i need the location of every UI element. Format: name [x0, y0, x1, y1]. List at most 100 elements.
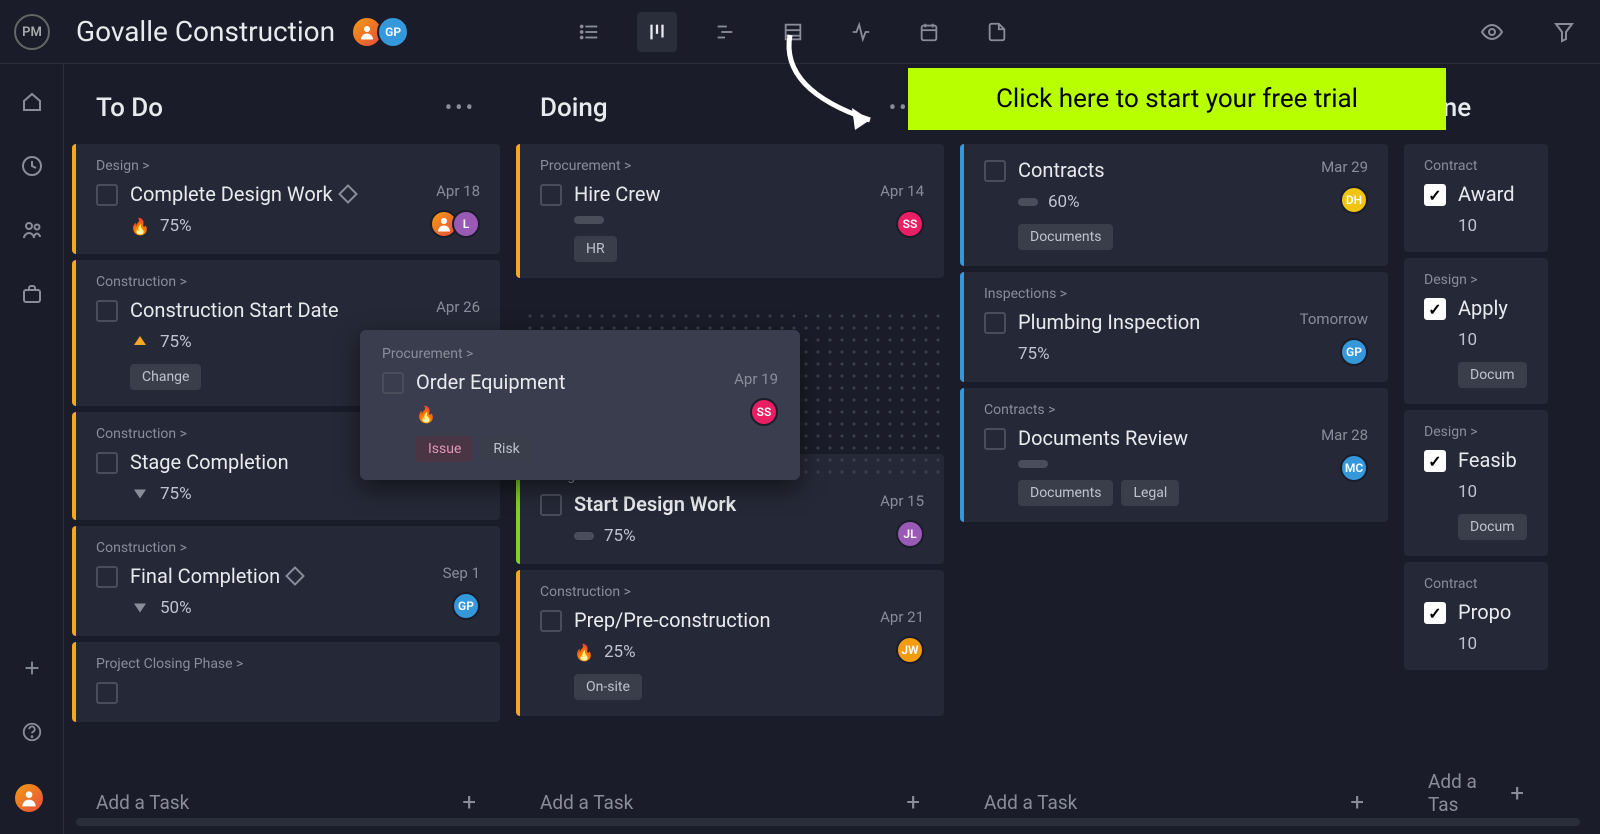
card-checkbox[interactable]	[96, 682, 118, 704]
task-card[interactable]: Contracts 60% Documents Mar 29DH	[960, 144, 1388, 266]
file-view-icon[interactable]	[977, 12, 1017, 52]
progress-bar	[574, 216, 604, 224]
card-breadcrumb: Construction >	[540, 584, 924, 600]
card-checkbox[interactable]	[96, 300, 118, 322]
card-date: Apr 15	[880, 492, 924, 510]
cards-area: Contract ✓ Award 10 Design > ✓ Apply 10 …	[1400, 144, 1552, 752]
avatar[interactable]: GP	[1340, 338, 1368, 366]
task-card[interactable]: Procurement > Hire Crew HR Apr 14SS	[516, 144, 944, 278]
card-percent: 10	[1458, 216, 1477, 236]
left-rail	[0, 64, 64, 834]
task-card[interactable]: Contract ✓ Award 10	[1404, 144, 1548, 252]
card-breadcrumb: Design >	[96, 158, 480, 174]
card-title: Contracts	[1018, 158, 1309, 182]
avatar[interactable]: JL	[896, 520, 924, 548]
card-percent: 25%	[604, 642, 636, 662]
card-checkbox[interactable]	[96, 566, 118, 588]
card-title: Start Design Work	[574, 492, 868, 516]
arrow-up-icon	[130, 332, 150, 352]
briefcase-icon[interactable]	[18, 280, 46, 308]
card-checkbox[interactable]	[96, 184, 118, 206]
card-percent: 10	[1458, 482, 1477, 502]
logo-pm[interactable]: PM	[14, 14, 50, 50]
card-breadcrumb: Procurement >	[540, 158, 924, 174]
project-title: Govalle Construction	[76, 15, 335, 48]
header-avatars[interactable]: GP	[351, 16, 409, 48]
card-title: Apply	[1458, 296, 1528, 320]
avatar[interactable]: MC	[1340, 454, 1368, 482]
card-checkbox[interactable]	[540, 610, 562, 632]
help-icon[interactable]	[18, 718, 46, 746]
flame-icon: 🔥	[130, 216, 150, 236]
add-task-label: Add a Task	[540, 791, 633, 814]
card-date: Apr 19	[734, 370, 778, 388]
plus-icon: +	[462, 788, 476, 816]
task-card[interactable]: Design > ✓ Feasib 10 Docum	[1404, 410, 1548, 556]
board-view-icon[interactable]	[637, 12, 677, 52]
add-task-label: Add a Task	[984, 791, 1077, 814]
task-card[interactable]: Design > Complete Design Work 🔥75% Apr 1…	[72, 144, 500, 254]
card-percent: 75%	[160, 484, 192, 504]
people-icon[interactable]	[18, 216, 46, 244]
card-checkbox[interactable]: ✓	[1424, 450, 1446, 472]
home-icon[interactable]	[18, 88, 46, 116]
card-title: Plumbing Inspection	[1018, 310, 1288, 334]
flame-icon: 🔥	[574, 642, 594, 662]
filter-icon[interactable]	[1544, 12, 1584, 52]
card-date: Mar 29	[1321, 158, 1368, 176]
card-checkbox[interactable]	[984, 312, 1006, 334]
card-checkbox[interactable]	[540, 494, 562, 516]
tag: Docum	[1458, 362, 1527, 388]
task-card[interactable]: Contract ✓ Propo 10	[1404, 562, 1548, 670]
priority-bar-icon	[574, 526, 594, 546]
avatar[interactable]: L	[452, 210, 480, 238]
card-percent: 50%	[160, 598, 192, 618]
task-card[interactable]: Inspections > Plumbing Inspection 75% To…	[960, 272, 1388, 382]
gantt-view-icon[interactable]	[705, 12, 745, 52]
cards-area: Contracts 60% Documents Mar 29DH Inspect…	[956, 144, 1392, 770]
dragged-card[interactable]: Procurement > Order Equipment 🔥 IssueRis…	[360, 330, 800, 480]
card-avatars: MC	[1340, 454, 1368, 482]
avatar[interactable]: GP	[452, 592, 480, 620]
card-checkbox[interactable]: ✓	[1424, 602, 1446, 624]
list-view-icon[interactable]	[569, 12, 609, 52]
task-card[interactable]: Design > ✓ Apply 10 Docum	[1404, 258, 1548, 404]
task-card[interactable]: Project Closing Phase >	[72, 642, 500, 722]
task-card[interactable]: Contracts > Documents Review DocumentsLe…	[960, 388, 1388, 522]
card-title: Complete Design Work	[130, 182, 418, 206]
card-checkbox[interactable]	[984, 160, 1006, 182]
add-icon[interactable]	[18, 654, 46, 682]
cta-banner[interactable]: Click here to start your free trial	[908, 68, 1446, 130]
card-checkbox[interactable]	[96, 452, 118, 474]
card-checkbox[interactable]	[540, 184, 562, 206]
task-card[interactable]: Construction > Final Completion 50% Sep …	[72, 526, 500, 636]
avatar[interactable]: JW	[896, 636, 924, 664]
card-breadcrumb: Contract	[1424, 576, 1528, 592]
card-breadcrumb: Project Closing Phase >	[96, 656, 480, 672]
user-avatar[interactable]	[13, 782, 45, 814]
card-date: Apr 14	[880, 182, 924, 200]
card-title: Propo	[1458, 600, 1528, 624]
avatar[interactable]: SS	[896, 210, 924, 238]
add-task-label: Add a Tas	[1428, 770, 1510, 816]
eye-icon[interactable]	[1472, 12, 1512, 52]
card-checkbox[interactable]: ✓	[1424, 184, 1446, 206]
card-title: Hire Crew	[574, 182, 868, 206]
card-checkbox[interactable]: ✓	[1424, 298, 1446, 320]
clock-icon[interactable]	[18, 152, 46, 180]
tag: Documents	[1018, 480, 1113, 506]
card-checkbox[interactable]	[984, 428, 1006, 450]
column-menu-icon[interactable]: •••	[445, 96, 476, 121]
diamond-icon	[338, 184, 358, 204]
card-date: Mar 28	[1321, 426, 1368, 444]
card-checkbox[interactable]	[382, 372, 404, 394]
card-breadcrumb: Inspections >	[984, 286, 1368, 302]
card-date: Apr 18	[436, 182, 480, 200]
avatar[interactable]: SS	[750, 398, 778, 426]
task-card[interactable]: Construction > Prep/Pre-construction 🔥25…	[516, 570, 944, 716]
horizontal-scrollbar[interactable]	[76, 818, 1580, 826]
avatar[interactable]: DH	[1340, 186, 1368, 214]
arrow-down-icon	[130, 484, 150, 504]
avatar[interactable]: GP	[377, 16, 409, 48]
calendar-view-icon[interactable]	[909, 12, 949, 52]
